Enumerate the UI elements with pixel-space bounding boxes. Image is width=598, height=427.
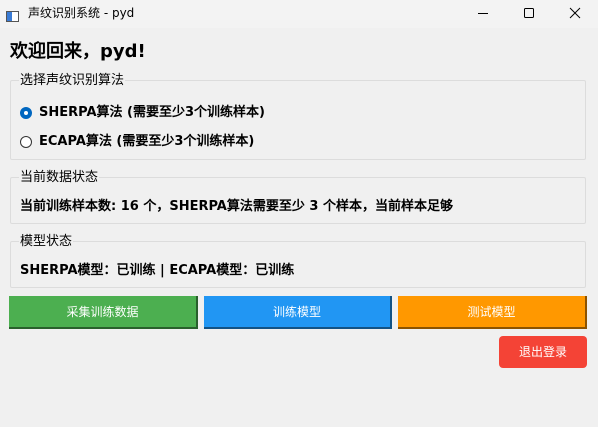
close-icon bbox=[569, 7, 581, 19]
collect-data-button[interactable]: 采集训练数据 bbox=[9, 296, 198, 329]
maximize-icon bbox=[523, 7, 535, 19]
minimize-icon bbox=[477, 7, 489, 19]
algorithm-group: 选择声纹识别算法 SHERPA算法 (需要至少3个训练样本) ECAPA算法 (… bbox=[10, 72, 586, 160]
data-status-text: 当前训练样本数: 16 个，SHERPA算法需要至少 3 个样本，当前样本足够 bbox=[20, 199, 453, 214]
radio-unselected-icon[interactable] bbox=[20, 136, 32, 148]
app-window: 声纹识别系统 - pyd 欢迎回来，pyd! 选择声纹识别算法 SHERPA算法… bbox=[0, 0, 598, 427]
algorithm-group-title: 选择声纹识别算法 bbox=[19, 72, 126, 89]
model-status-text: SHERPA模型：已训练 | ECAPA模型：已训练 bbox=[20, 263, 295, 278]
logout-button[interactable]: 退出登录 bbox=[499, 336, 587, 368]
radio-option-sherpa[interactable]: SHERPA算法 (需要至少3个训练样本) bbox=[20, 104, 265, 122]
minimize-button[interactable] bbox=[460, 0, 506, 26]
data-status-group-title: 当前数据状态 bbox=[19, 169, 100, 186]
radio-option-ecapa-label: ECAPA算法 (需要至少3个训练样本) bbox=[39, 134, 255, 149]
train-model-button[interactable]: 训练模型 bbox=[204, 296, 392, 329]
model-status-group-title: 模型状态 bbox=[19, 233, 74, 250]
radio-option-sherpa-label: SHERPA算法 (需要至少3个训练样本) bbox=[39, 105, 265, 120]
app-window-icon bbox=[6, 7, 19, 22]
radio-option-ecapa[interactable]: ECAPA算法 (需要至少3个训练样本) bbox=[20, 133, 254, 151]
radio-selected-icon[interactable] bbox=[20, 107, 32, 119]
maximize-button[interactable] bbox=[506, 0, 552, 26]
model-status-group: 模型状态 SHERPA模型：已训练 | ECAPA模型：已训练 bbox=[10, 233, 586, 288]
title-bar[interactable]: 声纹识别系统 - pyd bbox=[0, 0, 598, 28]
welcome-heading: 欢迎回来，pyd! bbox=[10, 41, 146, 62]
test-model-button[interactable]: 测试模型 bbox=[398, 296, 587, 329]
window-title: 声纹识别系统 - pyd bbox=[28, 6, 135, 20]
close-button[interactable] bbox=[552, 0, 598, 26]
data-status-group: 当前数据状态 当前训练样本数: 16 个，SHERPA算法需要至少 3 个样本，… bbox=[10, 169, 586, 224]
